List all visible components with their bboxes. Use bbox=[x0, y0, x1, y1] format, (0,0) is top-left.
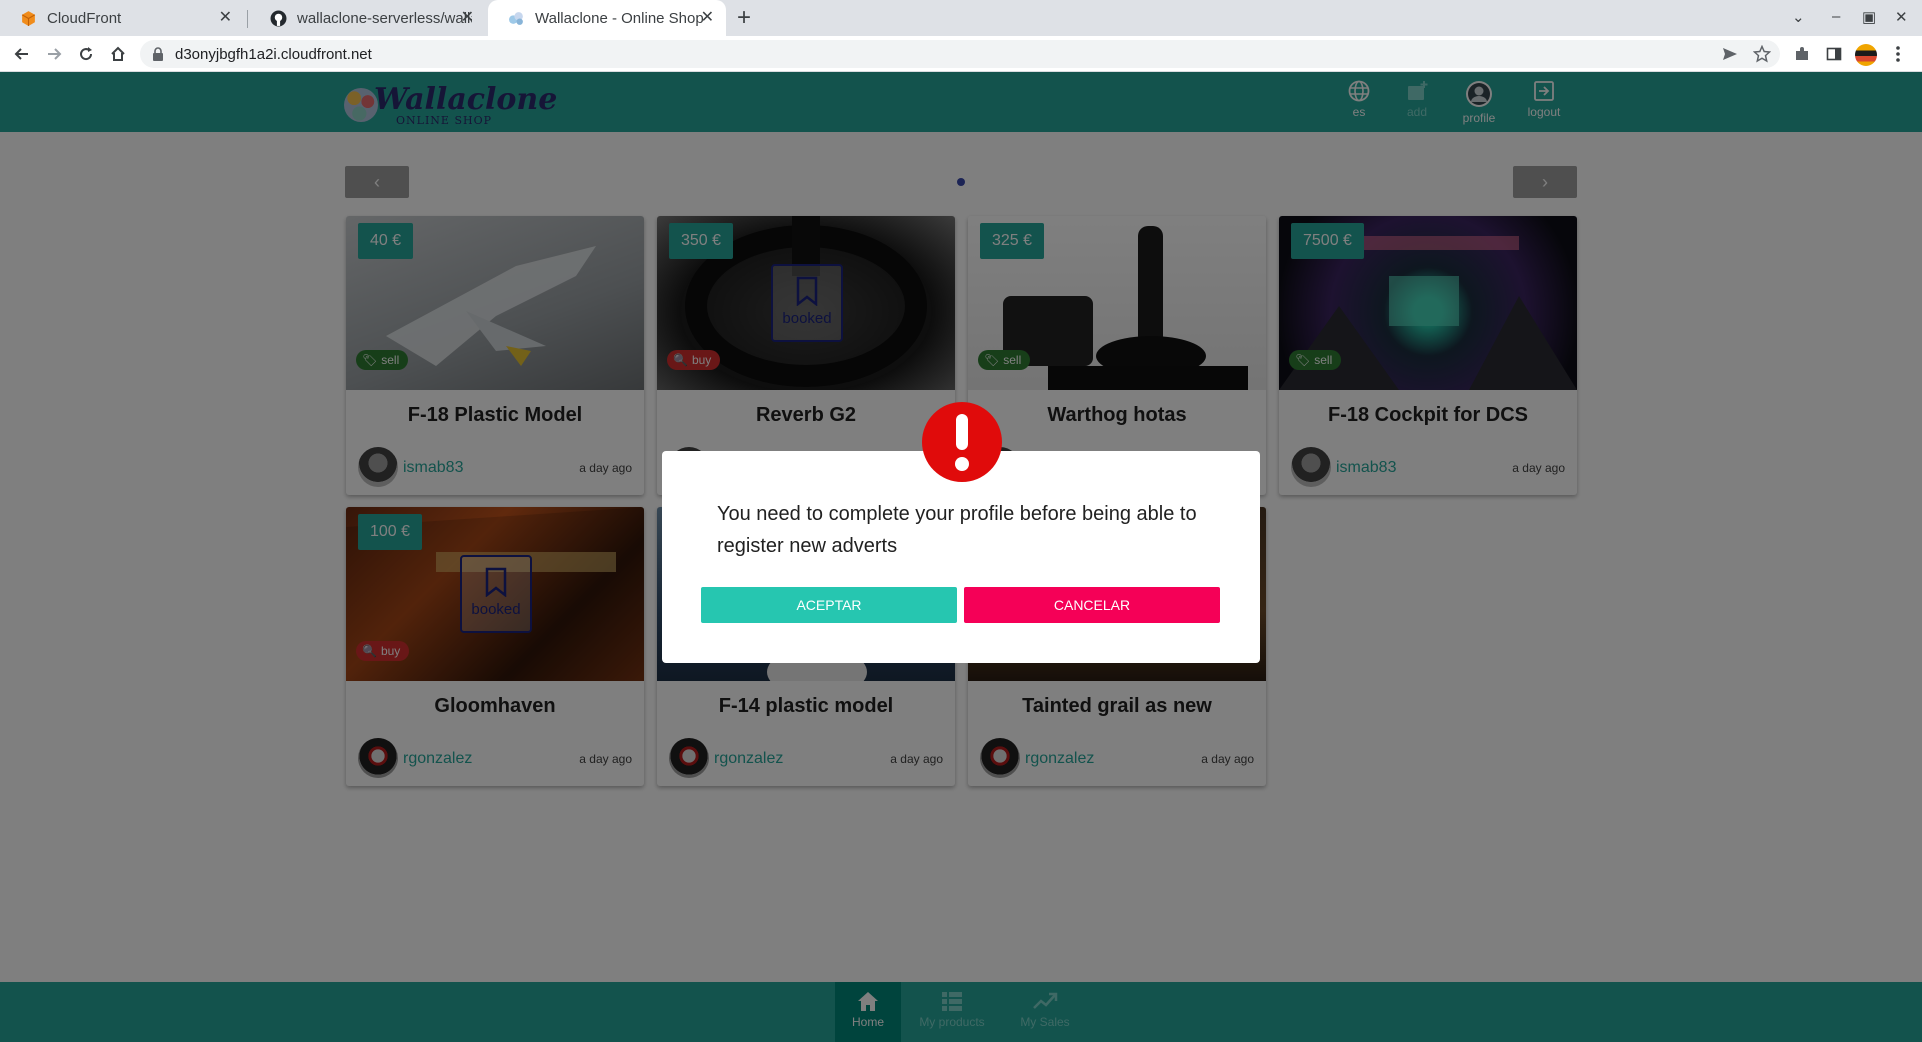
forward-icon[interactable] bbox=[42, 42, 66, 66]
close-tab-icon[interactable]: ✕ bbox=[701, 9, 714, 27]
tab-title: CloudFront bbox=[47, 9, 122, 27]
tab-divider bbox=[247, 10, 248, 28]
browser-toolbar: d3onyjbgfh1a2i.cloudfront.net bbox=[0, 36, 1922, 72]
close-tab-icon[interactable]: ✕ bbox=[461, 9, 474, 27]
accept-button[interactable]: ACEPTAR bbox=[701, 587, 957, 623]
restore-icon[interactable]: ▣ bbox=[1862, 8, 1876, 26]
home-icon[interactable] bbox=[106, 42, 130, 66]
exclamation-bar bbox=[956, 414, 968, 450]
close-tab-icon[interactable]: ✕ bbox=[219, 9, 232, 27]
send-icon[interactable] bbox=[1718, 42, 1742, 66]
back-icon[interactable] bbox=[10, 42, 34, 66]
cancel-button[interactable]: CANCELAR bbox=[964, 587, 1220, 623]
close-window-icon[interactable]: ✕ bbox=[1895, 8, 1908, 26]
lock-icon bbox=[153, 47, 163, 61]
browser-tab-strip: CloudFront ✕ wallaclone-serverless/walla… bbox=[0, 0, 1922, 36]
aws-cube-icon bbox=[21, 10, 36, 26]
minimize-icon[interactable]: – bbox=[1832, 8, 1840, 25]
exclamation-icon bbox=[922, 402, 1002, 482]
tab-title: Wallaclone - Online Shop bbox=[535, 9, 704, 27]
browser-tab-github[interactable]: wallaclone-serverless/wallaclone ✕ bbox=[250, 0, 486, 36]
browser-tab-wallaclone[interactable]: Wallaclone - Online Shop ✕ bbox=[488, 0, 726, 36]
exclamation-dot bbox=[955, 457, 969, 471]
side-panel-icon[interactable] bbox=[1822, 42, 1846, 66]
address-bar[interactable]: d3onyjbgfh1a2i.cloudfront.net bbox=[140, 40, 1780, 68]
tab-title: wallaclone-serverless/wallaclone bbox=[297, 9, 472, 27]
tab-search-icon[interactable]: ⌄ bbox=[1792, 8, 1805, 26]
wallaclone-favicon-icon bbox=[509, 11, 523, 25]
browser-tab-cloudfront[interactable]: CloudFront ✕ bbox=[0, 0, 244, 36]
extensions-icon[interactable] bbox=[1790, 42, 1814, 66]
bookmark-star-icon[interactable] bbox=[1750, 42, 1774, 66]
new-tab-icon[interactable]: + bbox=[737, 5, 751, 31]
reload-icon[interactable] bbox=[74, 42, 98, 66]
dialog-message: You need to complete your profile before… bbox=[717, 503, 1197, 557]
browser-menu-icon[interactable] bbox=[1886, 42, 1910, 66]
url-text: d3onyjbgfh1a2i.cloudfront.net bbox=[175, 46, 372, 63]
browser-profile-avatar[interactable] bbox=[1855, 44, 1877, 66]
github-icon bbox=[270, 10, 287, 26]
alert-dialog: You need to complete your profile before… bbox=[662, 451, 1260, 663]
